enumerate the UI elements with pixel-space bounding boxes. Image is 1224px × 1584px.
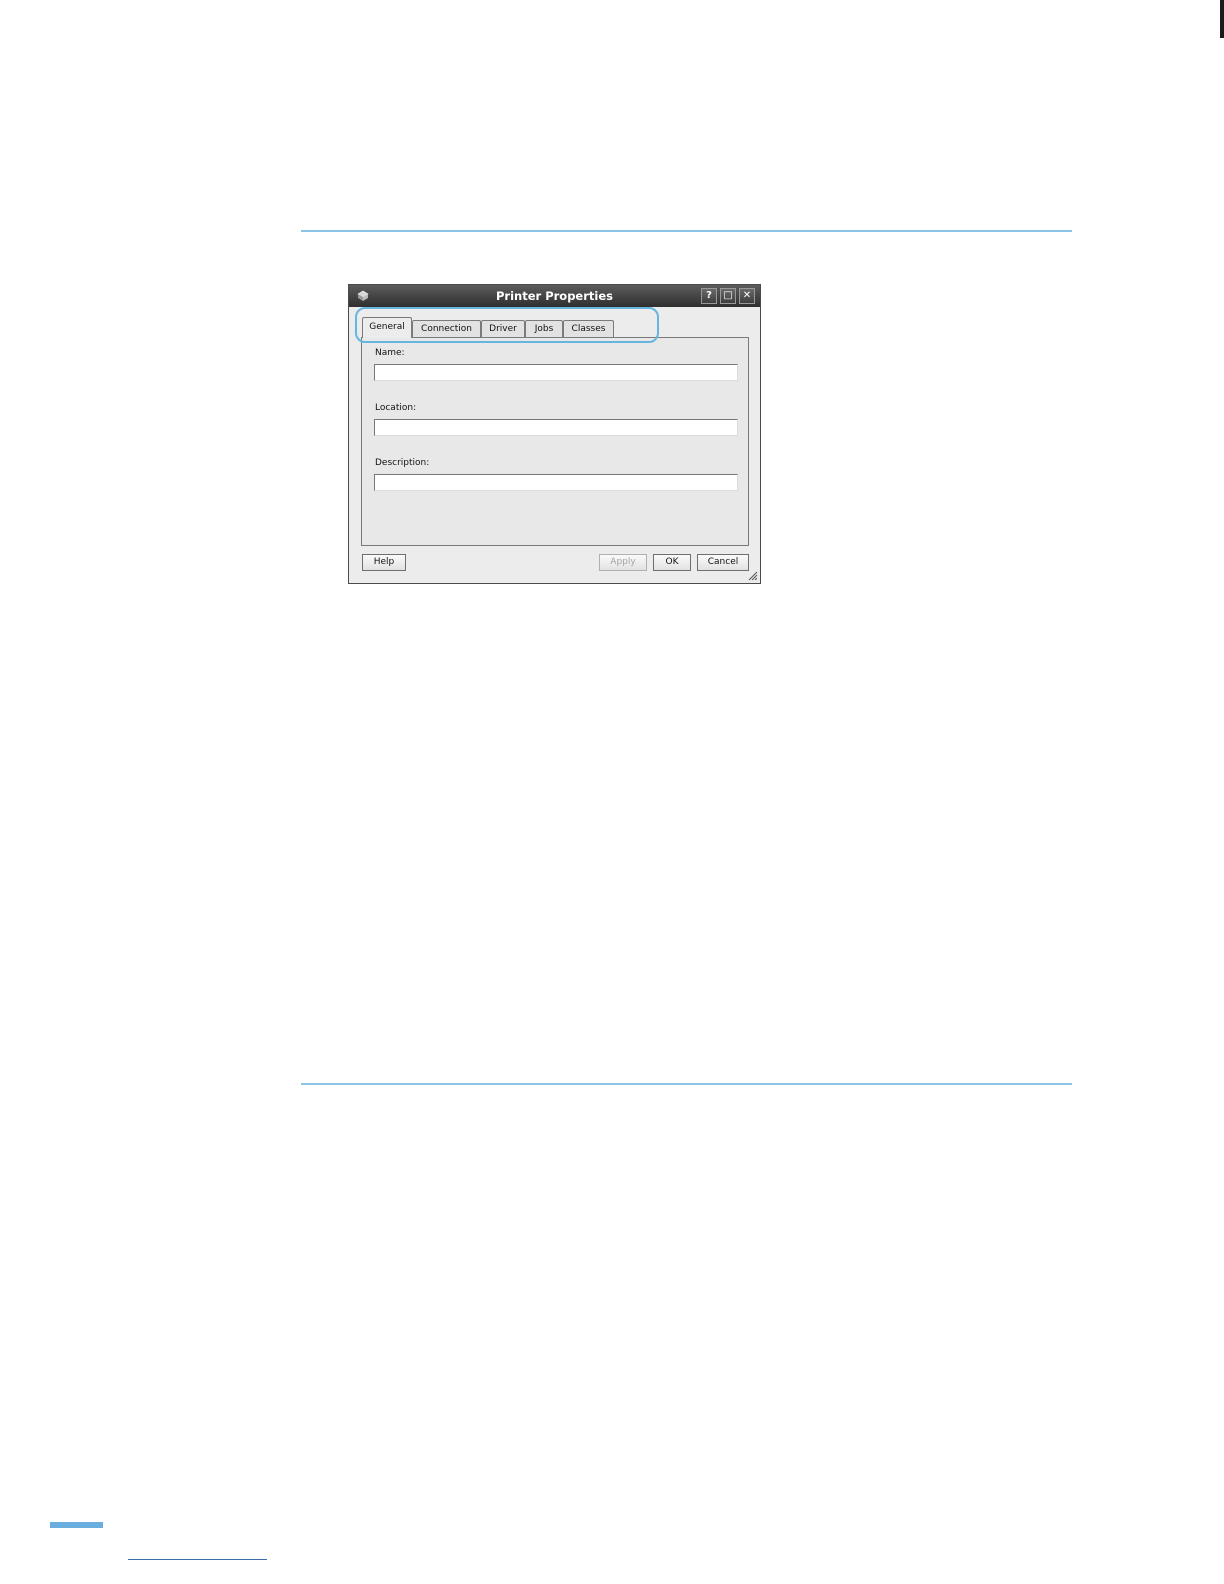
ok-button[interactable]: OK — [653, 554, 691, 571]
top-divider — [301, 230, 1072, 232]
title-bar[interactable]: Printer Properties ? □ ✕ — [349, 285, 760, 307]
page-edge-marker — [1220, 0, 1224, 38]
resize-grip-icon[interactable] — [748, 571, 758, 581]
bottom-divider — [301, 1083, 1072, 1085]
help-title-button[interactable]: ? — [701, 288, 717, 304]
name-label: Name: — [375, 348, 405, 358]
tab-jobs[interactable]: Jobs — [525, 320, 563, 337]
tab-classes[interactable]: Classes — [563, 320, 614, 337]
tab-driver[interactable]: Driver — [481, 320, 525, 337]
name-field[interactable] — [374, 364, 738, 381]
footer-marker — [50, 1522, 103, 1528]
tab-connection[interactable]: Connection — [412, 320, 481, 337]
cancel-button[interactable]: Cancel — [697, 554, 749, 571]
location-field[interactable] — [374, 419, 738, 436]
general-tab-panel: Name: Location: Description: — [361, 337, 749, 546]
help-button[interactable]: Help — [362, 554, 406, 571]
tab-general[interactable]: General — [362, 317, 412, 338]
maximize-button[interactable]: □ — [720, 288, 736, 304]
location-label: Location: — [375, 403, 417, 413]
description-label: Description: — [375, 458, 430, 468]
description-field[interactable] — [374, 474, 738, 491]
dialog-title: Printer Properties — [496, 289, 613, 303]
close-button[interactable]: ✕ — [739, 288, 755, 304]
printer-properties-dialog: Printer Properties ? □ ✕ General Connect… — [348, 284, 761, 584]
apply-button[interactable]: Apply — [599, 554, 647, 571]
footer-rule — [128, 1559, 267, 1560]
